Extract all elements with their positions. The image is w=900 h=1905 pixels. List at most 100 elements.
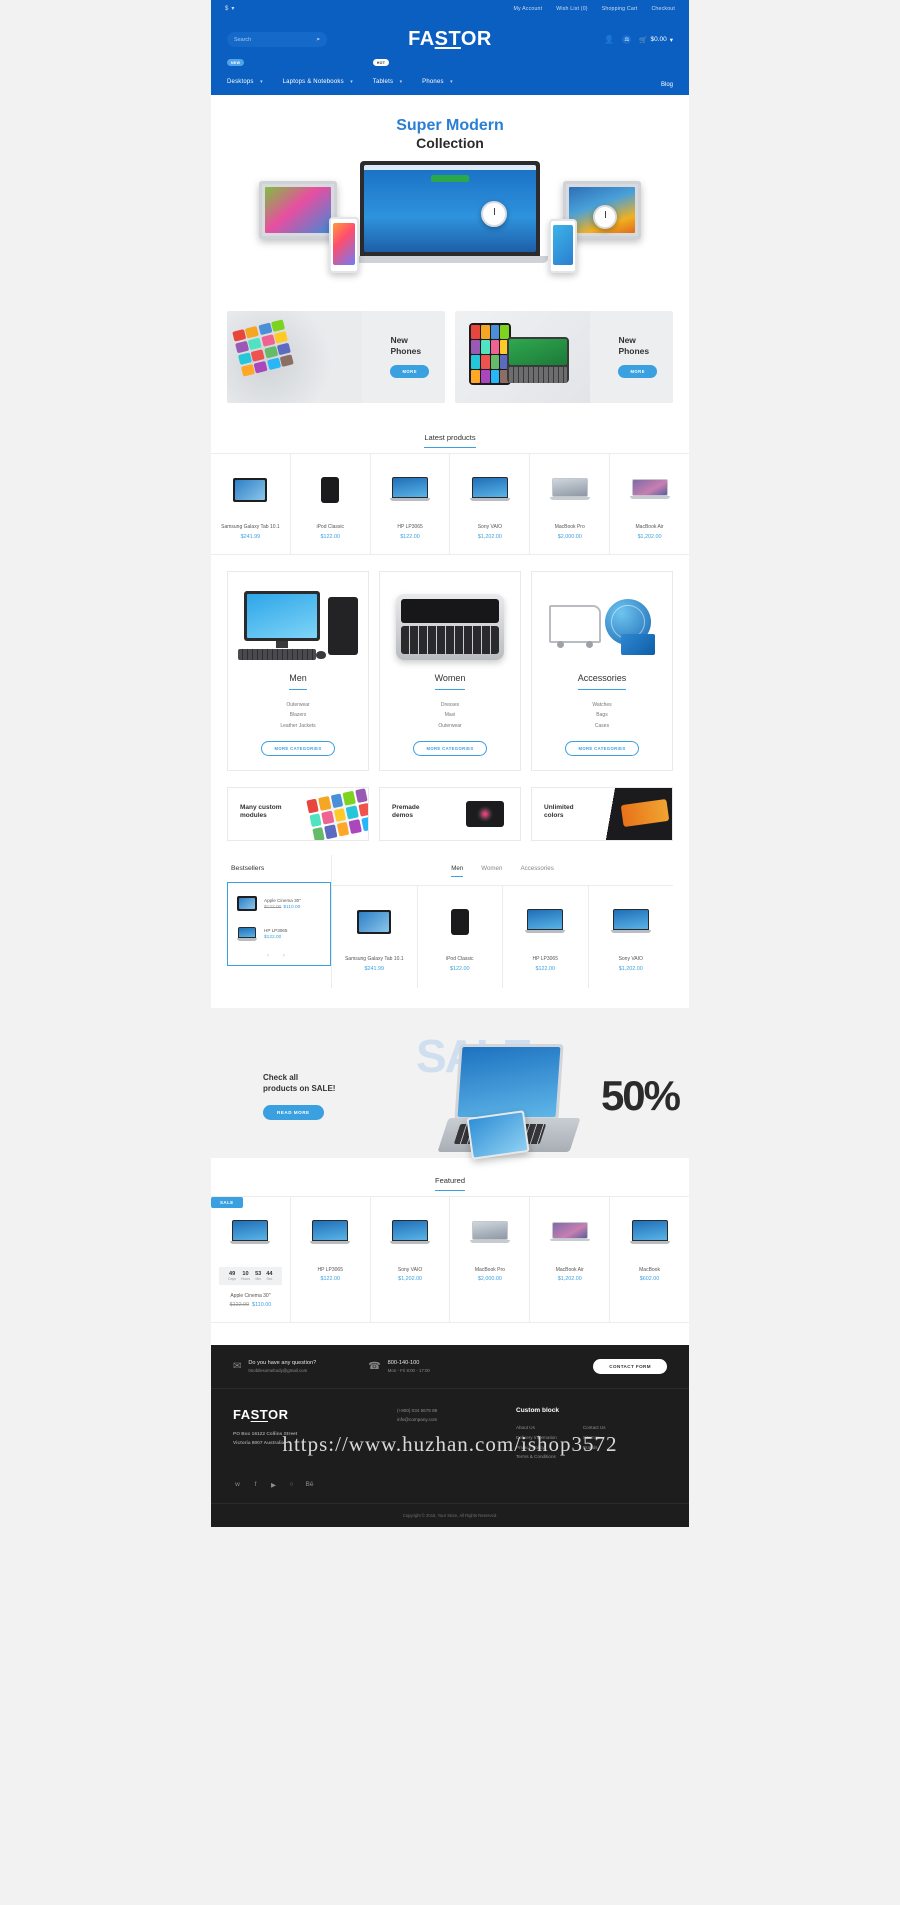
category-sub-item[interactable]: Watches [542,700,662,710]
product-name: iPod Classic [445,955,474,962]
product-price: $122.00 $110.00 [217,1302,284,1308]
status-badge: SALE [211,1196,243,1208]
more-categories-button[interactable]: MORE CATEGORIES [565,740,639,756]
product-card[interactable]: Sony VAIO $1,202.00 [450,454,531,555]
product-card[interactable]: Sony VAIO $1,202.00 [371,1196,451,1323]
user-icon[interactable]: 👤 [604,35,614,44]
banner-title-line1: New [390,335,408,346]
top-link-wish-list[interactable]: Wish List (0) [556,6,587,12]
nav-item-phones[interactable]: Phones ▾ [422,70,453,88]
category-sub-item[interactable]: Blazers [238,710,358,720]
more-categories-button[interactable]: MORE CATEGORIES [413,740,487,756]
product-card[interactable]: MacBook Air $1,202.00 [610,454,689,554]
product-thumbnail [536,466,603,514]
category-card-men[interactable]: Men Outerwear Blazers Leather Jackets MO… [227,571,369,771]
latest-products-title: Latest products [211,415,689,453]
nav-item-desktops[interactable]: NEW Desktops ▾ [227,59,263,88]
site-logo[interactable]: FASTOR [0,28,900,51]
footer-link[interactable]: Contact Us [583,1423,606,1433]
tab-men[interactable]: Men [451,865,464,877]
feature-tile-modules[interactable]: Many custom modules [227,786,369,841]
facebook-icon[interactable]: f [251,1480,260,1489]
product-card[interactable]: HP LP3065 $122.00 [503,885,589,988]
compare-icon[interactable]: ⚖ [622,35,632,44]
product-name: Samsung Galaxy Tab 10.1 [221,524,280,531]
footer-link[interactable]: Brands [583,1443,606,1453]
read-more-button[interactable]: READ MORE [263,1104,324,1120]
list-item[interactable]: HP LP3065 $122.00 [234,919,324,949]
category-sub-item[interactable]: Cases [542,721,662,731]
tab-accessories[interactable]: Accessories [520,865,553,877]
carousel-nav[interactable]: ‹ › [234,949,324,959]
nav-item-tablets[interactable]: HOT Tablets ▾ [372,59,402,88]
product-price: $241.99 [240,534,261,541]
product-card[interactable]: HP LP3065 $122.00 [291,1196,371,1323]
product-card[interactable]: MacBook $602.00 [610,1197,689,1323]
logo-post: OR [460,28,492,50]
footer-logo[interactable]: FASTOR [233,1407,383,1422]
github-icon[interactable]: ○ [287,1480,296,1489]
footer-link[interactable]: Sitemap [583,1433,606,1443]
category-title: Accessories [577,673,627,691]
category-sub-item[interactable]: Maxi [390,710,510,720]
youtube-icon[interactable]: ▶ [269,1480,278,1489]
behance-icon[interactable]: Bē [305,1480,314,1489]
banner-title: New Phones [618,335,657,356]
footer-link[interactable]: Terms & Conditions [516,1452,557,1462]
category-sub-item[interactable]: Outerwear [238,700,358,710]
banner-title: New Phones [390,335,429,356]
footer-copyright: Copyright © 2016, Your Store, All Rights… [211,1503,689,1527]
top-link-my-account[interactable]: My Account [513,6,542,12]
feature-tile-demos[interactable]: Premade demos [379,786,521,841]
top-link-shopping-cart[interactable]: Shopping Cart [602,6,638,12]
bestsellers-panel: Bestsellers Apple Cinema 30" $122.00 $110… [227,855,331,988]
footer-contact-email[interactable]: info@company.com [397,1416,502,1425]
product-card[interactable]: MacBook Pro $2,000.00 [450,1196,531,1323]
list-item[interactable]: Apple Cinema 30" $122.00 $110.00 [234,889,324,919]
product-card[interactable]: Samsung Galaxy Tab 10.1 $241.99 [332,885,418,988]
bestsellers-title: Bestsellers [231,864,265,872]
category-sub-item[interactable]: Outerwear [390,721,510,731]
product-card[interactable]: iPod Classic $122.00 [418,885,503,988]
footer-link[interactable]: Delivery Information [516,1433,557,1443]
search-icon[interactable]: ⌕ [316,36,320,44]
category-card-accessories[interactable]: Accessories Watches Bags Cases MORE CATE… [531,571,673,771]
contact-form-button[interactable]: CONTACT FORM [593,1359,667,1375]
promo-banner-phones-2[interactable]: New Phones MORE [455,311,673,404]
category-cards: Men Outerwear Blazers Leather Jackets MO… [211,555,689,787]
product-card[interactable]: SALE 49 Days 10 Hours 53 Min 44 Sec Appl… [211,1196,291,1323]
banner-more-button[interactable]: MORE [390,364,429,378]
promo-banner-phones-1[interactable]: New Phones MORE [227,311,445,404]
footer-link[interactable]: Privacy Policy [516,1443,557,1453]
product-card[interactable]: MacBook Pro $2,000.00 [530,454,611,555]
cart-button[interactable]: 🛒 $0.00 ▾ [639,36,673,44]
twitter-icon[interactable]: w [233,1480,242,1489]
countdown-days: 49 Days [228,1270,237,1281]
footer-link[interactable]: About Us [516,1423,557,1433]
currency-selector[interactable]: $ ▾ [225,5,234,13]
more-categories-button[interactable]: MORE CATEGORIES [261,740,335,756]
sale-laptop-illustration [437,1043,583,1174]
product-thumbnail [456,466,523,514]
product-card[interactable]: Samsung Galaxy Tab 10.1 $241.99 [211,454,291,555]
category-sub-item[interactable]: Leather Jackets [238,721,358,731]
product-card[interactable]: HP LP3065 $122.00 [371,454,451,555]
tab-women[interactable]: Women [481,865,502,877]
category-sub-item[interactable]: Bags [542,710,662,720]
main-content: Super Modern Collection New Phones MORE … [211,95,689,1008]
feature-tile-colors[interactable]: Unlimited colors [531,786,673,841]
product-card[interactable]: MacBook Air $1,202.00 [530,1196,611,1323]
product-card[interactable]: iPod Classic $122.00 [291,454,371,555]
nav-item-blog[interactable]: Blog [661,82,673,88]
nav-item-laptops[interactable]: Laptops & Notebooks ▾ [283,70,353,88]
banner-more-button[interactable]: MORE [618,364,657,378]
footer-email[interactable]: tmobilesomebody@gmail.com [248,1368,316,1373]
top-link-checkout[interactable]: Checkout [651,6,675,12]
search-input[interactable]: Search ⌕ [227,32,327,47]
category-sub-item[interactable]: Dresses [390,700,510,710]
footer-link-list-1: About Us Delivery Information Privacy Po… [516,1423,557,1462]
product-thumbnail [336,898,413,946]
category-card-women[interactable]: Women Dresses Maxi Outerwear MORE CATEGO… [379,571,521,771]
nav-label: Tablets [372,79,394,85]
product-card[interactable]: Sony VAIO $1,202.00 [589,886,674,988]
